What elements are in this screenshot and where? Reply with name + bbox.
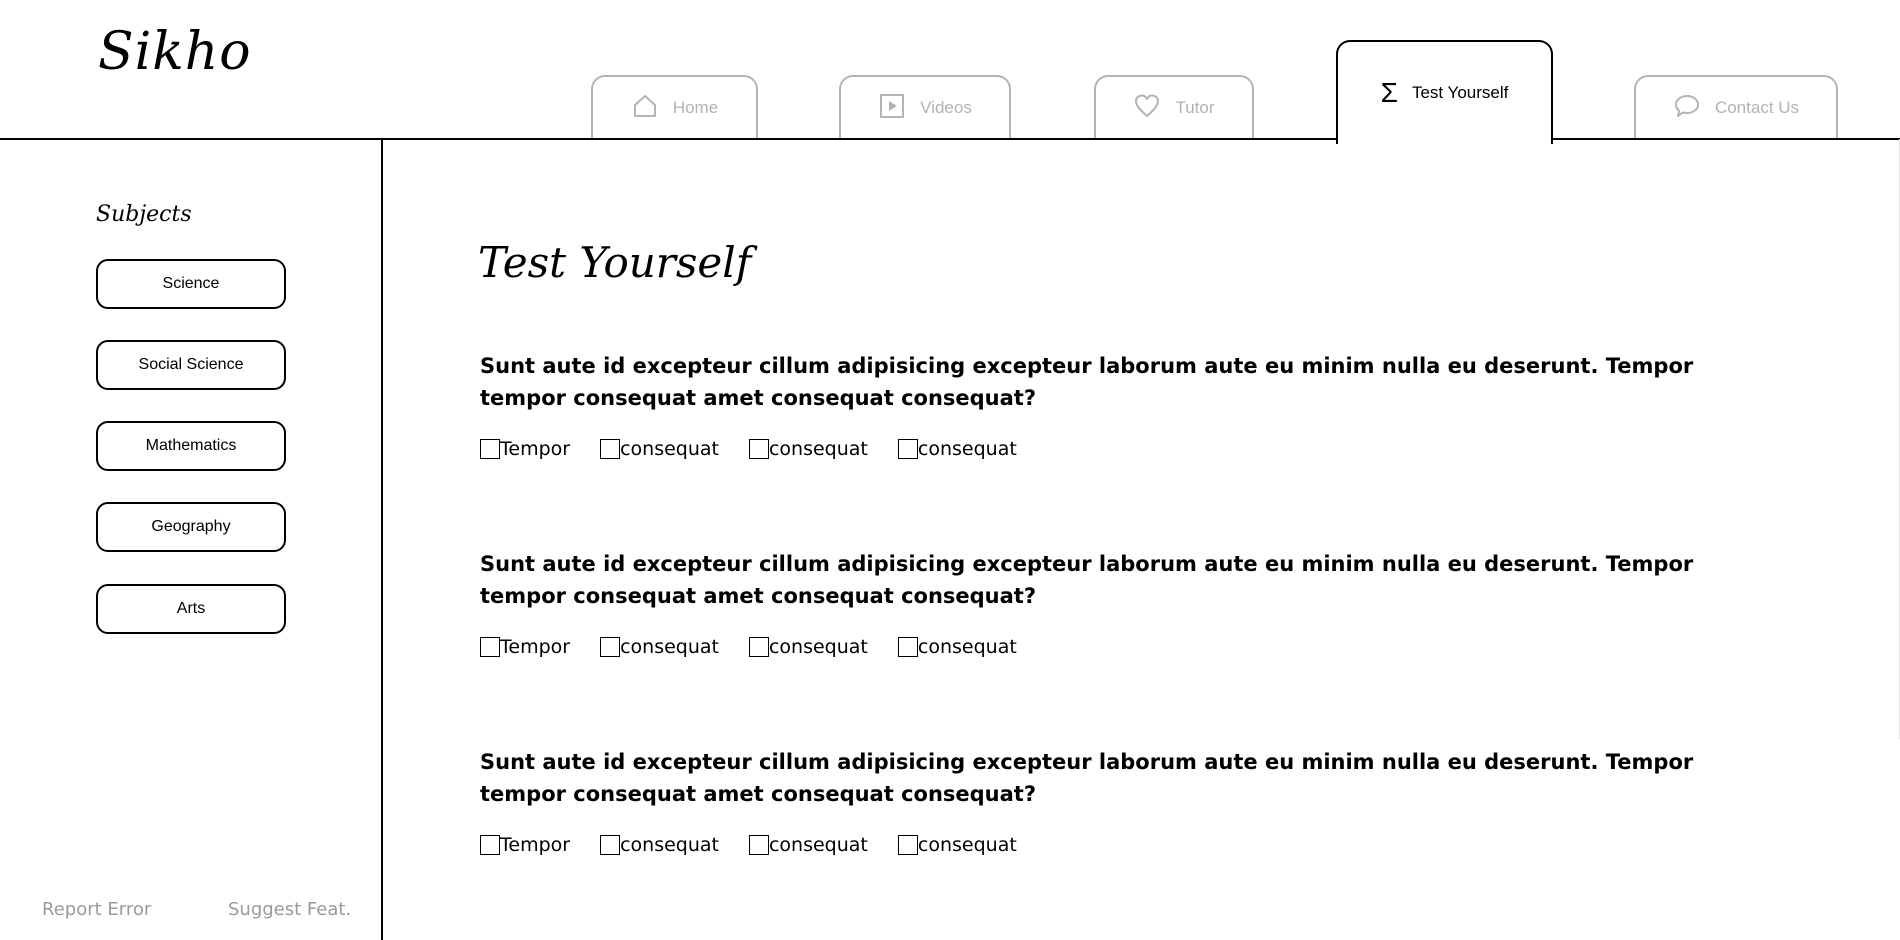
question-text: Sunt aute id excepteur cillum adipisicin… <box>480 552 1694 608</box>
option-label: consequat <box>768 438 868 460</box>
answer-options: Tempor consequat consequat consequat <box>480 832 1047 858</box>
sidebar-title: Subjects <box>96 202 192 227</box>
tab-contact-us[interactable]: Contact Us <box>1634 75 1838 139</box>
tab-test-yourself[interactable]: Σ Test Yourself <box>1336 40 1553 144</box>
answer-option[interactable]: consequat <box>897 438 1017 460</box>
checkbox[interactable] <box>600 637 621 657</box>
heart-icon <box>1133 92 1161 125</box>
header-divider <box>0 138 1900 140</box>
checkbox[interactable] <box>480 637 500 657</box>
checkbox[interactable] <box>600 439 621 459</box>
tab-label: Videos <box>920 98 972 117</box>
answer-options: Tempor consequat consequat consequat <box>480 634 1047 660</box>
option-label: consequat <box>620 636 719 658</box>
answer-option[interactable]: consequat <box>897 834 1017 856</box>
checkbox[interactable] <box>897 439 918 459</box>
option-label: Tempor <box>500 438 571 460</box>
tab-tutor[interactable]: Tutor <box>1094 75 1254 139</box>
option-label: consequat <box>768 636 868 658</box>
sidebar-item-mathematics[interactable]: Mathematics <box>96 421 286 471</box>
answer-option[interactable]: consequat <box>600 636 719 658</box>
checkbox[interactable] <box>897 637 918 657</box>
tab-label: Tutor <box>1175 98 1215 117</box>
option-label: Tempor <box>500 636 571 658</box>
answer-option[interactable]: Tempor <box>480 636 570 658</box>
answer-option[interactable]: consequat <box>748 438 868 460</box>
sidebar-item-social-science[interactable]: Social Science <box>96 340 286 390</box>
tab-home[interactable]: Home <box>591 75 758 139</box>
tab-label: Contact Us <box>1714 98 1800 117</box>
play-icon <box>878 92 906 125</box>
checkbox[interactable] <box>480 439 500 459</box>
sigma-icon: Σ <box>1380 77 1398 108</box>
answer-option[interactable]: consequat <box>748 636 868 658</box>
question-text: Sunt aute id excepteur cillum adipisicin… <box>480 750 1694 806</box>
tab-label: Home <box>672 98 719 117</box>
answer-option[interactable]: consequat <box>897 636 1017 658</box>
checkbox[interactable] <box>748 439 769 459</box>
option-label: consequat <box>620 438 719 460</box>
tab-videos[interactable]: Videos <box>839 75 1011 139</box>
option-label: consequat <box>768 834 868 856</box>
report-error-link[interactable]: Report Error <box>42 899 151 920</box>
answer-option[interactable]: consequat <box>748 834 868 856</box>
speech-bubble-icon <box>1673 92 1701 125</box>
option-label: consequat <box>917 834 1017 856</box>
checkbox[interactable] <box>897 835 918 855</box>
answer-option[interactable]: consequat <box>600 438 719 460</box>
option-label: consequat <box>917 438 1017 460</box>
page-title: Test Yourself <box>478 238 752 287</box>
option-label: consequat <box>917 636 1017 658</box>
sidebar-item-geography[interactable]: Geography <box>96 502 286 552</box>
checkbox[interactable] <box>480 835 500 855</box>
answer-option[interactable]: consequat <box>600 834 719 856</box>
answer-option[interactable]: Tempor <box>480 438 570 460</box>
sidebar-divider <box>381 139 383 940</box>
option-label: consequat <box>620 834 719 856</box>
sidebar-item-arts[interactable]: Arts <box>96 584 286 634</box>
question-text: Sunt aute id excepteur cillum adipisicin… <box>480 354 1694 410</box>
sidebar-item-science[interactable]: Science <box>96 259 286 309</box>
checkbox[interactable] <box>748 637 769 657</box>
site-logo[interactable]: Sikho <box>98 22 252 82</box>
answer-option[interactable]: Tempor <box>480 834 570 856</box>
checkbox[interactable] <box>600 835 621 855</box>
tab-label: Test Yourself <box>1411 83 1509 102</box>
answer-options: Tempor consequat consequat consequat <box>480 436 1047 462</box>
checkbox[interactable] <box>748 835 769 855</box>
suggest-feature-link[interactable]: Suggest Feat. <box>228 899 351 920</box>
option-label: Tempor <box>500 834 571 856</box>
home-icon <box>631 92 659 125</box>
